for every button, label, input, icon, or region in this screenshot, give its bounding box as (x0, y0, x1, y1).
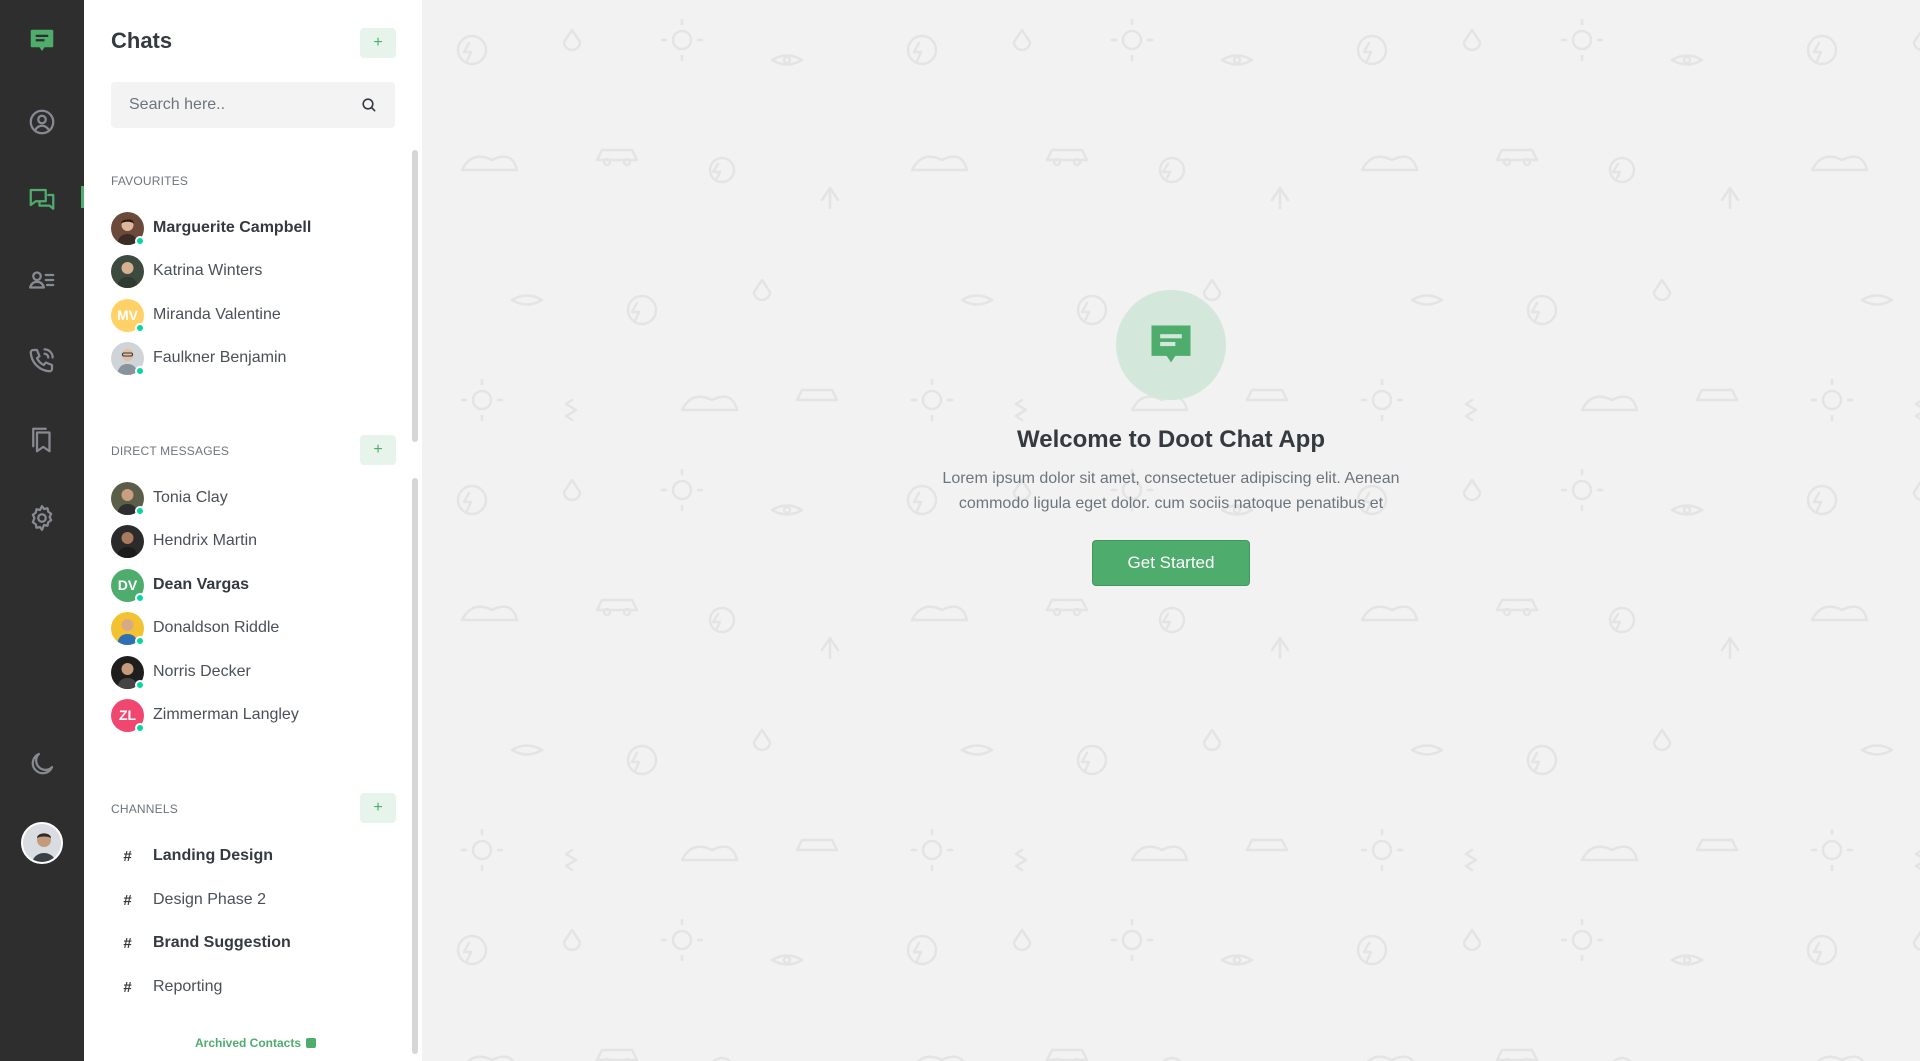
sidebar-title: Chats (111, 28, 173, 53)
avatar (111, 524, 144, 558)
contact-name: Zimmerman Langley (153, 706, 299, 723)
calls-icon[interactable] (22, 340, 62, 380)
archive-icon (306, 1038, 317, 1048)
channel-design-phase-2[interactable]: # Design Phase 2 (111, 882, 391, 918)
settings-icon[interactable] (22, 498, 62, 538)
avatar (111, 655, 145, 690)
online-status-dot (135, 592, 145, 603)
avatar (111, 254, 144, 288)
bookmark-icon[interactable] (22, 420, 62, 460)
hash-icon: # (123, 978, 132, 996)
contact-faulkner-benjamin[interactable]: Faulkner Benjamin (111, 340, 391, 376)
hash-icon: # (123, 934, 132, 952)
contact-tonia-clay[interactable]: Tonia Clay (111, 480, 391, 516)
channel-name: Landing Design (153, 847, 273, 864)
avatar (111, 481, 145, 516)
archived-contacts-link[interactable]: Archived Contacts (195, 1036, 317, 1050)
online-status-dot (135, 722, 145, 733)
search-box (111, 82, 395, 128)
channel-reporting[interactable]: # Reporting (111, 969, 391, 1005)
contact-dean-vargas[interactable]: DV Dean Vargas (111, 567, 391, 603)
avatar-initials: ZL (118, 707, 137, 723)
get-started-button[interactable]: Get Started (1092, 540, 1250, 586)
new-direct-message-button[interactable]: + (360, 435, 396, 465)
contact-name: Miranda Valentine (153, 306, 281, 323)
contact-name: Marguerite Campbell (153, 219, 312, 236)
nav-rail (0, 0, 84, 1061)
user-avatar[interactable] (21, 822, 63, 864)
avatar: DV (111, 568, 145, 603)
favourites-label: Favourites (111, 174, 189, 188)
online-status-dot (135, 505, 145, 516)
contact-zimmerman-langley[interactable]: ZL Zimmerman Langley (111, 697, 391, 733)
avatar: ZL (111, 698, 145, 733)
avatar (111, 211, 145, 246)
search-input[interactable] (111, 82, 351, 128)
contact-katrina-winters[interactable]: Katrina Winters (111, 253, 391, 289)
avatar (111, 341, 145, 376)
contact-name: Donaldson Riddle (153, 619, 280, 636)
hash-icon: # (123, 891, 132, 909)
contact-donaldson-riddle[interactable]: Donaldson Riddle (111, 610, 391, 646)
online-status-dot (135, 679, 145, 690)
sidebar-scrollbar-track[interactable] (412, 478, 418, 1054)
contacts-icon[interactable] (22, 260, 62, 300)
channel-name: Design Phase 2 (153, 891, 266, 908)
hash-icon: # (123, 847, 132, 865)
channel-name: Reporting (153, 978, 223, 995)
profile-icon[interactable] (22, 102, 62, 142)
moon-icon[interactable] (22, 744, 62, 784)
welcome-description: Lorem ipsum dolor sit amet, consectetuer… (942, 470, 1400, 512)
avatar-initials: DV (117, 577, 138, 593)
online-status-dot (135, 235, 145, 246)
channel-landing-design[interactable]: # Landing Design (111, 838, 391, 874)
welcome-chat-icon (1116, 290, 1226, 400)
app-logo-icon[interactable] (22, 21, 62, 61)
contact-name: Hendrix Martin (153, 532, 258, 549)
avatar-initials: MV (117, 307, 138, 323)
avatar (111, 611, 145, 646)
channel-name: Brand Suggestion (153, 934, 291, 951)
welcome-panel: Welcome to Doot Chat App Lorem ipsum dol… (422, 0, 1920, 1061)
contact-miranda-valentine[interactable]: MV Miranda Valentine (111, 297, 391, 333)
contact-hendrix-martin[interactable]: Hendrix Martin (111, 523, 391, 559)
contact-name: Katrina Winters (153, 262, 263, 279)
search-icon[interactable] (361, 97, 377, 113)
background-pattern (422, 0, 1920, 1061)
online-status-dot (135, 635, 145, 646)
channels-label: Channels (111, 802, 178, 816)
chats-icon[interactable] (22, 180, 62, 220)
contact-marguerite-campbell[interactable]: Marguerite Campbell (111, 210, 391, 246)
avatar: MV (111, 298, 145, 333)
online-status-dot (135, 365, 145, 376)
new-channel-button[interactable]: + (360, 793, 396, 823)
chat-sidebar: Chats + Favourites Marguerite Campbell K… (84, 0, 422, 1061)
channel-brand-suggestion[interactable]: # Brand Suggestion (111, 925, 391, 961)
contact-name: Faulkner Benjamin (153, 349, 287, 366)
welcome-title: Welcome to Doot Chat App (1017, 426, 1325, 453)
sidebar-scrollbar[interactable] (412, 150, 418, 442)
contact-norris-decker[interactable]: Norris Decker (111, 654, 391, 690)
archived-contacts-label: Archived Contacts (195, 1036, 302, 1050)
direct-messages-label: Direct Messages (111, 444, 230, 458)
new-chat-button[interactable]: + (360, 28, 396, 58)
contact-name: Tonia Clay (153, 489, 228, 506)
contact-name: Dean Vargas (153, 576, 250, 593)
contact-name: Norris Decker (153, 663, 251, 680)
online-status-dot (135, 322, 145, 333)
